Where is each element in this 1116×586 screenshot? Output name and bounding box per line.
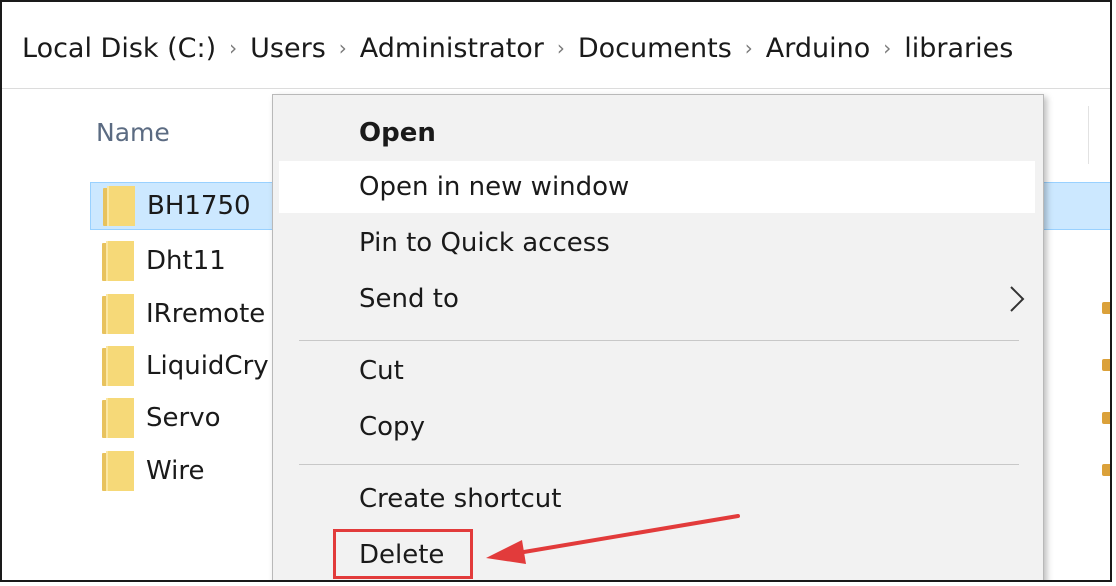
menu-separator: [299, 464, 1019, 465]
menu-item-label: Open: [359, 118, 436, 148]
file-name: Wire: [146, 456, 205, 486]
file-name: LiquidCry: [146, 351, 269, 381]
context-menu: Open Open in new window Pin to Quick acc…: [272, 94, 1044, 580]
chevron-right-icon[interactable]: ›: [544, 36, 578, 60]
folder-edge-mark: [1102, 302, 1110, 314]
file-name: IRremote: [146, 299, 266, 329]
menu-item-label: Pin to Quick access: [359, 228, 610, 258]
file-name: Dht11: [146, 246, 226, 276]
chevron-right-icon[interactable]: ›: [732, 36, 766, 60]
address-bar[interactable]: Local Disk (C:) › Users › Administrator …: [2, 2, 1110, 89]
column-header-name[interactable]: Name: [96, 118, 170, 147]
menu-item-open[interactable]: Open: [279, 107, 1035, 159]
breadcrumb-users[interactable]: Users: [250, 33, 326, 64]
menu-separator: [299, 340, 1019, 341]
folder-icon: [102, 294, 134, 334]
breadcrumb-local-disk[interactable]: Local Disk (C:): [22, 33, 216, 64]
file-name: BH1750: [147, 191, 251, 221]
menu-item-open-in-new-window[interactable]: Open in new window: [279, 161, 1035, 213]
column-divider[interactable]: [1088, 106, 1089, 164]
folder-icon: [102, 241, 134, 281]
breadcrumb-documents[interactable]: Documents: [578, 33, 732, 64]
menu-item-copy[interactable]: Copy: [279, 401, 1035, 453]
folder-icon: [102, 346, 134, 386]
menu-item-label: Copy: [359, 412, 425, 442]
menu-item-cut[interactable]: Cut: [279, 345, 1035, 397]
folder-edge-mark: [1102, 359, 1110, 371]
menu-item-label: Create shortcut: [359, 484, 562, 514]
breadcrumb: Local Disk (C:) › Users › Administrator …: [22, 30, 1013, 66]
breadcrumb-administrator[interactable]: Administrator: [360, 33, 544, 64]
menu-item-create-shortcut[interactable]: Create shortcut: [279, 473, 1035, 525]
file-name: Servo: [146, 403, 221, 433]
menu-item-send-to[interactable]: Send to: [279, 273, 1035, 325]
annotation-highlight-box: [333, 529, 473, 579]
folder-edge-mark: [1102, 412, 1110, 424]
folder-icon: [102, 398, 134, 438]
chevron-right-icon[interactable]: ›: [216, 36, 250, 60]
chevron-right-icon[interactable]: ›: [326, 36, 360, 60]
breadcrumb-arduino[interactable]: Arduino: [766, 33, 870, 64]
folder-icon: [102, 451, 134, 491]
menu-item-label: Cut: [359, 356, 404, 386]
menu-item-label: Open in new window: [359, 172, 630, 202]
folder-icon: [103, 186, 135, 226]
folder-edge-mark: [1102, 464, 1110, 476]
menu-item-pin-to-quick-access[interactable]: Pin to Quick access: [279, 217, 1035, 269]
chevron-right-icon[interactable]: ›: [870, 36, 904, 60]
explorer-window: Local Disk (C:) › Users › Administrator …: [0, 0, 1112, 582]
menu-item-label: Send to: [359, 284, 459, 314]
chevron-right-icon: [1010, 286, 1025, 312]
breadcrumb-libraries[interactable]: libraries: [904, 33, 1013, 64]
